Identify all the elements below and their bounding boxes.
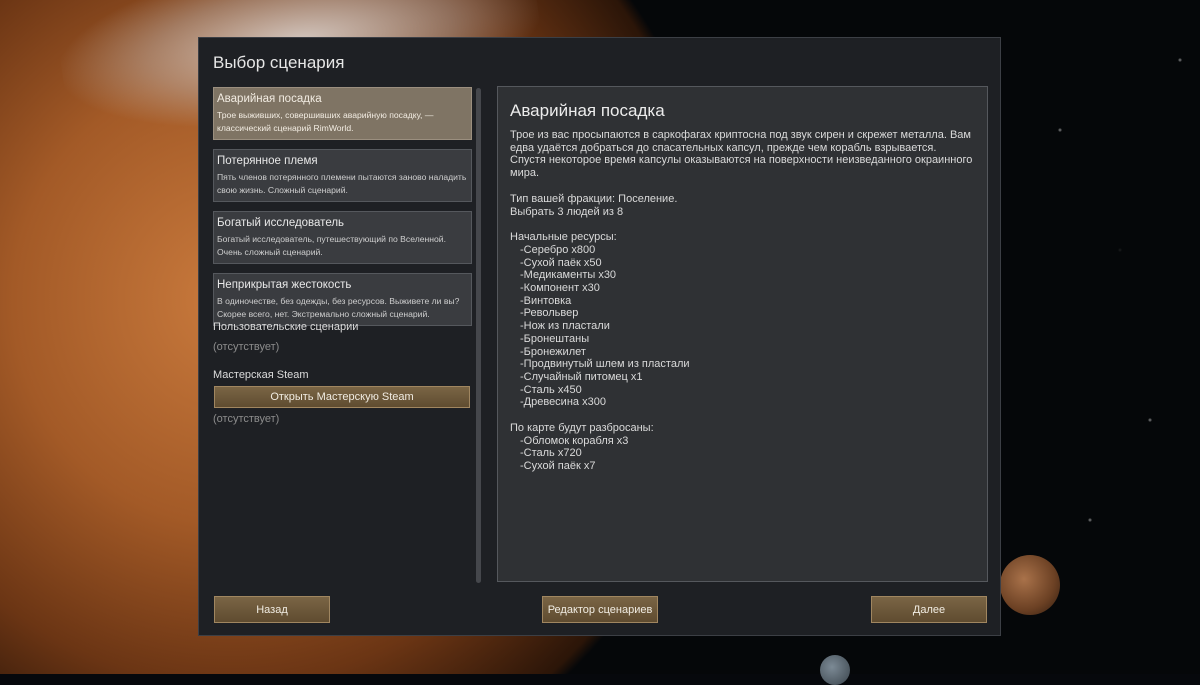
scenario-detail-panel: Аварийная посадка Трое из вас просыпаютс…: [497, 86, 988, 582]
custom-scenarios-label: Пользовательские сценарии: [213, 321, 359, 333]
back-button[interactable]: Назад: [214, 596, 330, 623]
resources-item: -Бронештаны: [520, 332, 590, 345]
resources-list: -Серебро x800 -Сухой паёк x50 -Медикаменты…: [510, 244, 975, 409]
choose-colonists: Выбрать 3 людей из 8: [510, 205, 624, 218]
resources-item: -Сталь x450: [520, 383, 582, 396]
resources-item: -Револьвер: [520, 307, 579, 320]
scenario-dialog: Выбор сценария Аварийная посадка Трое вы…: [198, 37, 1001, 636]
scenario-item-crashlanded[interactable]: Аварийная посадка Трое выживших, соверши…: [213, 87, 472, 140]
scenario-list-scrollbar[interactable]: [476, 88, 481, 583]
next-button[interactable]: Далее: [871, 596, 987, 623]
resources-item: -Винтовка: [520, 294, 572, 307]
scenario-name: Богатый исследователь: [217, 217, 345, 229]
scattered-list: -Обломок корабля x3 -Сталь x720 -Сухой паё…: [510, 435, 975, 473]
scenario-description: Пять членов потерянного племени пытаются…: [217, 172, 467, 195]
moon-image: [1000, 555, 1060, 615]
scattered-item: -Обломок корабля x3: [520, 434, 629, 447]
custom-scenarios-absent: (отсутствует): [213, 341, 280, 353]
resources-item: -Случайный питомец x1: [520, 370, 643, 383]
scrollbar-thumb[interactable]: [476, 88, 481, 583]
scenario-name: Аварийная посадка: [217, 93, 322, 105]
faction-type: Тип вашей фракции: Поселение.: [510, 192, 678, 205]
scenario-editor-button[interactable]: Редактор сценариев: [542, 596, 658, 623]
resources-item: -Серебро x800: [520, 243, 596, 256]
scenario-item-naked-brutality[interactable]: Неприкрытая жестокость В одиночестве, бе…: [213, 273, 472, 326]
scenario-description: В одиночестве, без одежды, без ресурсов.…: [217, 296, 460, 319]
scenario-item-rich-explorer[interactable]: Богатый исследователь Богатый исследоват…: [213, 211, 472, 264]
dialog-title: Выбор сценария: [213, 53, 345, 72]
scattered-item: -Сухой паёк x7: [520, 460, 596, 473]
resources-item: -Медикаменты x30: [520, 269, 617, 282]
scenario-item-lost-tribe[interactable]: Потерянное племя Пять членов потерянного…: [213, 149, 472, 202]
steam-workshop-label: Мастерская Steam: [213, 369, 309, 381]
resources-item: -Продвинутый шлем из пластали: [520, 358, 690, 371]
resources-item: -Бронежилет: [520, 345, 586, 358]
scenario-intro: Трое из вас просыпаются в саркофагах кри…: [510, 129, 973, 180]
scenario-description: Богатый исследователь, путешествующий по…: [217, 234, 446, 257]
scattered-item: -Сталь x720: [520, 447, 582, 460]
resources-item: -Компонент x30: [520, 282, 600, 295]
scattered-title: По карте будут разбросаны:: [510, 422, 654, 435]
scenario-list: Аварийная посадка Трое выживших, соверши…: [213, 87, 472, 335]
scenario-detail-title: Аварийная посадка: [510, 101, 665, 120]
scenario-detail-body: Трое из вас просыпаются в саркофагах кри…: [510, 129, 975, 473]
resources-title: Начальные ресурсы:: [510, 231, 617, 244]
scenario-name: Потерянное племя: [217, 155, 318, 167]
steam-workshop-absent: (отсутствует): [213, 413, 280, 425]
resources-item: -Древесина x300: [520, 396, 606, 409]
scenario-name: Неприкрытая жестокость: [217, 279, 352, 291]
open-steam-workshop-button[interactable]: Открыть Мастерскую Steam: [214, 386, 470, 408]
scenario-description: Трое выживших, совершивших аварийную пос…: [217, 110, 434, 133]
small-moon-image: [820, 655, 850, 685]
resources-item: -Сухой паёк x50: [520, 256, 602, 269]
resources-item: -Нож из пластали: [520, 320, 610, 333]
